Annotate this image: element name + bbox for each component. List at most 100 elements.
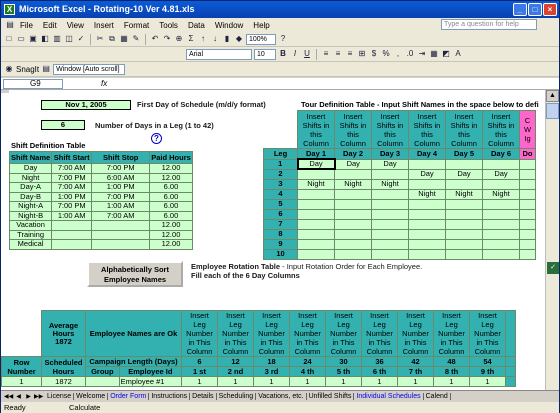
menu-help[interactable]: Help <box>248 21 274 30</box>
rotation-leg-cell[interactable]: 1 <box>397 376 434 387</box>
tour-cell[interactable] <box>371 228 409 240</box>
menu-tools[interactable]: Tools <box>154 21 183 30</box>
shift-cell[interactable]: 12.00 <box>149 172 193 183</box>
center-icon[interactable]: ≡ <box>333 49 343 59</box>
rotation-leg-cell[interactable]: 1 <box>181 376 218 387</box>
prev-tab-icon[interactable]: ◀ <box>14 393 23 400</box>
shift-cell[interactable] <box>51 220 93 231</box>
align-right-icon[interactable]: ≡ <box>345 49 355 59</box>
tour-cell[interactable]: Night <box>408 188 446 200</box>
tour-cell[interactable] <box>482 178 520 190</box>
cut-icon[interactable]: ✂ <box>95 34 105 44</box>
tour-cell[interactable] <box>445 158 483 170</box>
shift-cell[interactable]: Night-A <box>8 201 53 212</box>
font-size-select[interactable]: 10 <box>254 48 276 60</box>
tour-cell[interactable] <box>519 208 536 220</box>
last-tab-icon[interactable]: ▶▶ <box>34 393 43 400</box>
tour-cell[interactable] <box>519 178 536 190</box>
tour-cell[interactable]: Night <box>334 178 372 190</box>
tour-cell[interactable] <box>371 208 409 220</box>
italic-icon[interactable]: I <box>290 49 300 59</box>
tour-cell[interactable] <box>408 218 446 230</box>
shift-cell[interactable]: 6.00 <box>149 210 193 221</box>
sheet-tab[interactable]: Welcome <box>74 393 109 400</box>
tour-cell[interactable]: Night <box>371 178 409 190</box>
tour-cell[interactable] <box>482 208 520 220</box>
shift-cell[interactable]: 7:00 PM <box>51 172 93 183</box>
shift-cell[interactable]: 7:00 PM <box>91 163 151 174</box>
shift-cell[interactable] <box>91 229 151 240</box>
redo-icon[interactable]: ↷ <box>162 34 172 44</box>
tour-cell[interactable]: Day <box>371 158 409 170</box>
sheet-tab[interactable]: Calend <box>424 393 451 400</box>
scroll-up-icon[interactable]: ▲ <box>546 90 559 102</box>
tour-cell[interactable] <box>408 238 446 250</box>
shift-cell[interactable]: Vacation <box>8 220 53 231</box>
excel-side-icon[interactable]: ✓ <box>547 262 559 274</box>
tour-cell[interactable] <box>334 168 372 180</box>
shift-cell[interactable]: 6.00 <box>149 201 193 212</box>
rotation-leg-cell[interactable]: 1 <box>361 376 398 387</box>
currency-icon[interactable]: $ <box>369 49 379 59</box>
save-icon[interactable]: ▣ <box>28 34 38 44</box>
align-left-icon[interactable]: ≡ <box>321 49 331 59</box>
tour-cell[interactable] <box>408 248 446 260</box>
shift-cell[interactable]: 7:00 AM <box>51 163 93 174</box>
tour-cell[interactable] <box>297 218 335 230</box>
shift-cell[interactable]: 6.00 <box>149 191 193 202</box>
underline-icon[interactable]: U <box>302 49 312 59</box>
help-icon[interactable]: ? <box>278 34 288 44</box>
tour-cell[interactable] <box>297 238 335 250</box>
merge-icon[interactable]: ⊞ <box>357 49 367 59</box>
next-tab-icon[interactable]: ▶ <box>24 393 33 400</box>
snagit-icon[interactable]: ◉ <box>4 64 14 74</box>
tour-cell[interactable] <box>445 248 483 260</box>
employee-name-cell[interactable]: Employee #1 <box>118 376 183 387</box>
copy-icon[interactable]: ⧉ <box>107 34 117 44</box>
menu-file[interactable]: File <box>15 21 38 30</box>
tour-cell[interactable] <box>519 188 536 200</box>
sheet-tab[interactable]: Scheduling <box>217 393 257 400</box>
rotation-leg-cell[interactable]: 1 <box>325 376 362 387</box>
tour-cell[interactable] <box>445 218 483 230</box>
fx-icon[interactable]: fx <box>101 78 107 90</box>
shift-cell[interactable]: Night-B <box>8 210 53 221</box>
name-box[interactable]: G9 <box>3 79 63 89</box>
tour-cell[interactable] <box>482 218 520 230</box>
worksheet[interactable]: Nov 1, 2005 First Day of Schedule (m/d/y… <box>1 90 545 390</box>
snagit-menu-icon[interactable]: ▤ <box>41 64 51 74</box>
tour-cell[interactable]: Night <box>297 178 335 190</box>
tour-cell[interactable] <box>519 238 536 250</box>
sort-descending-icon[interactable]: ↓ <box>210 34 220 44</box>
tour-cell[interactable] <box>482 198 520 210</box>
tour-cell[interactable] <box>408 208 446 220</box>
drawing-icon[interactable]: ◆ <box>234 34 244 44</box>
shift-cell[interactable]: 12.00 <box>149 220 193 231</box>
tour-cell[interactable] <box>371 168 409 180</box>
tour-cell[interactable] <box>371 248 409 260</box>
group-cell[interactable] <box>85 376 120 387</box>
sheet-tab[interactable]: Unfilled Shifts <box>307 393 355 400</box>
shift-cell[interactable]: 7:00 PM <box>51 201 93 212</box>
tour-cell[interactable] <box>408 198 446 210</box>
print-preview-icon[interactable]: ◫ <box>64 34 74 44</box>
tour-cell[interactable] <box>482 248 520 260</box>
shift-cell[interactable]: 6:00 AM <box>91 172 151 183</box>
tour-cell[interactable] <box>297 188 335 200</box>
tour-cell[interactable] <box>371 238 409 250</box>
tour-cell[interactable] <box>408 178 446 190</box>
sheet-tab[interactable]: License <box>45 393 75 400</box>
bold-icon[interactable]: B <box>278 49 288 59</box>
tour-cell[interactable] <box>334 248 372 260</box>
tour-cell[interactable] <box>445 238 483 250</box>
help-circle-icon[interactable]: ? <box>151 133 162 144</box>
sheet-tab[interactable]: Instructions <box>149 393 191 400</box>
tour-cell[interactable]: Day <box>296 158 336 170</box>
days-per-leg-cell[interactable]: 6 <box>41 120 85 130</box>
tour-cell[interactable] <box>334 218 372 230</box>
tour-cell[interactable] <box>334 198 372 210</box>
tour-cell[interactable] <box>519 228 536 240</box>
close-button[interactable]: × <box>543 3 557 16</box>
tour-cell[interactable] <box>519 168 536 180</box>
tour-cell[interactable] <box>297 228 335 240</box>
